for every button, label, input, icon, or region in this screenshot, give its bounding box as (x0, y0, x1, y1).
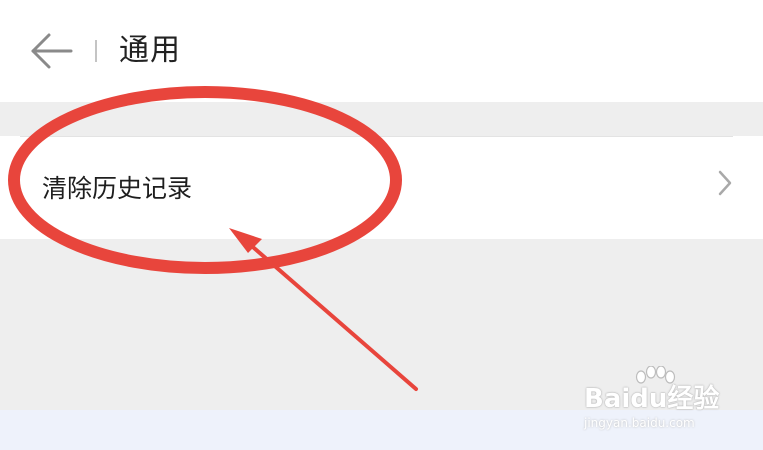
watermark-logo: Baidu经验 (584, 384, 720, 414)
header-divider (95, 40, 97, 62)
page-title: 通用 (119, 33, 181, 68)
arrow-left-icon (31, 33, 73, 69)
clear-history-item[interactable]: 清除历史记录 (0, 136, 763, 239)
row-divider (20, 136, 733, 137)
watermark-url: jingyan.baidu.com (584, 416, 695, 430)
top-bar: 通用 (0, 0, 763, 102)
chevron-right-icon (718, 170, 732, 196)
baidu-watermark: Baidu经验 jingyan.baidu.com (584, 366, 734, 432)
section-gap (0, 102, 763, 136)
back-button[interactable] (26, 28, 76, 74)
clear-history-label: 清除历史记录 (42, 174, 193, 203)
